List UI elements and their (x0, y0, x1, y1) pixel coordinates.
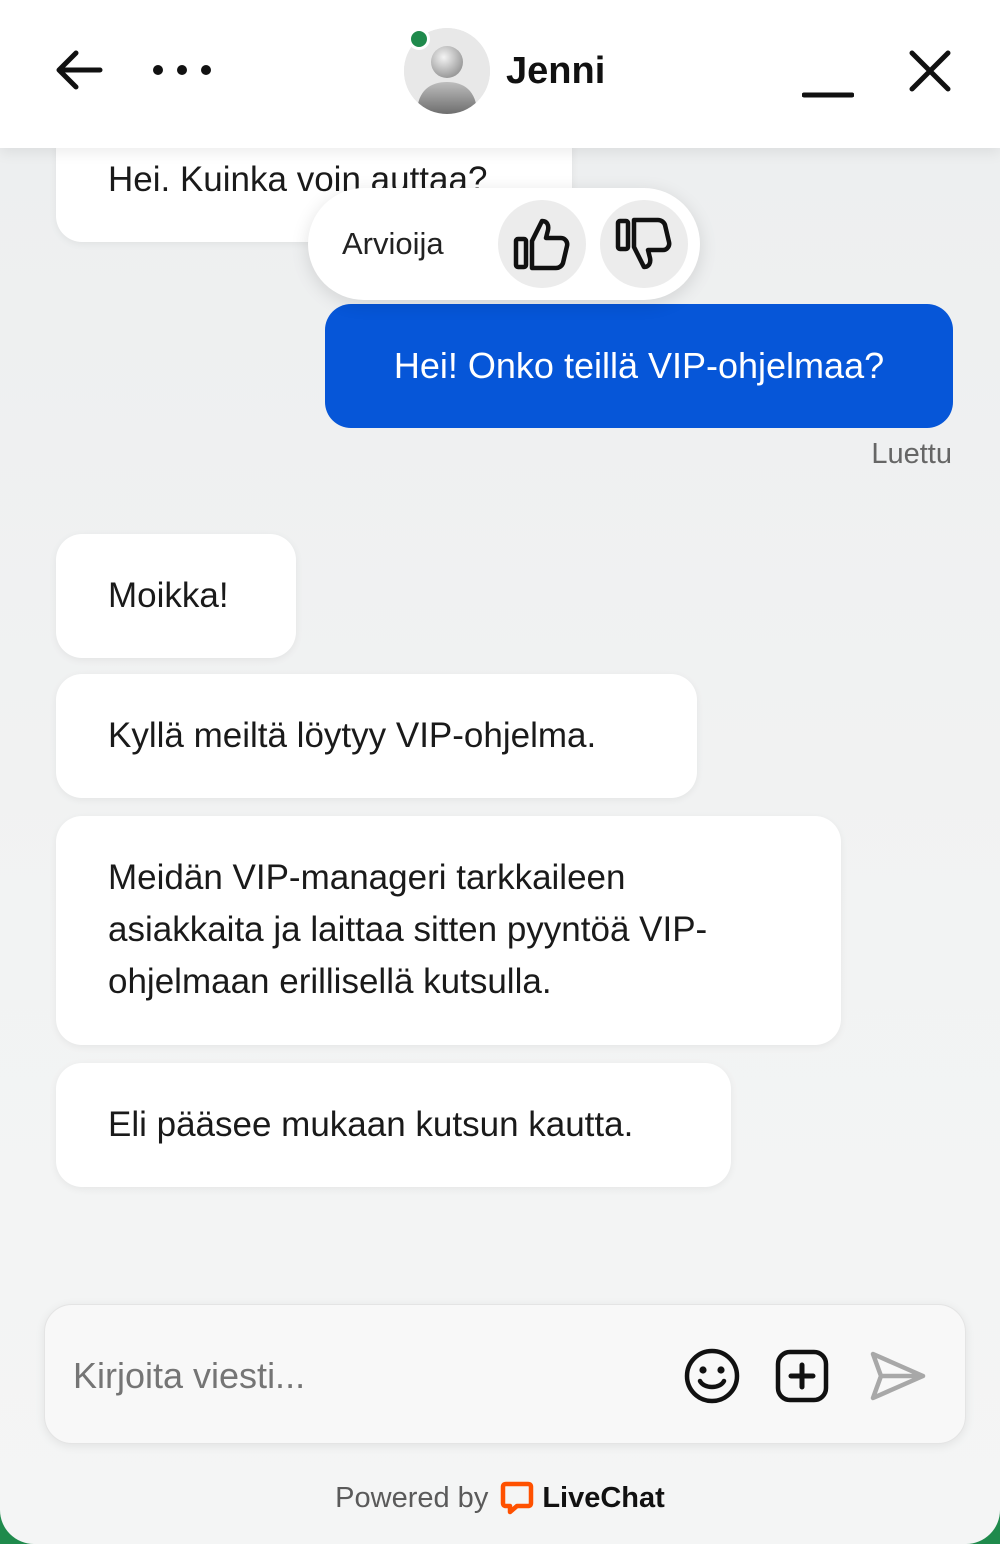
livechat-logo-icon (500, 1481, 534, 1515)
thumbs-down-icon (615, 217, 672, 270)
attach-icon (775, 1349, 829, 1403)
message-text: Meidän VIP-manageri tarkkaileen asiakkai… (108, 858, 708, 1001)
minimize-button[interactable] (790, 40, 866, 110)
thumbs-down-button[interactable] (600, 200, 688, 288)
powered-by-text: Powered by (335, 1481, 489, 1514)
emoji-icon (684, 1348, 740, 1404)
message-composer (44, 1304, 966, 1444)
agent-info: Jenni (404, 26, 605, 116)
close-icon (909, 50, 951, 92)
agent-message: Moikka! (56, 534, 296, 658)
more-icon (153, 65, 211, 75)
read-status: Luettu (871, 438, 952, 470)
rating-label: Arvioija (342, 226, 444, 261)
close-button[interactable] (892, 36, 968, 106)
back-button[interactable] (44, 40, 114, 100)
attach-button[interactable] (767, 1341, 837, 1411)
send-icon (870, 1351, 926, 1401)
send-button[interactable] (863, 1341, 933, 1411)
chat-header: Jenni (0, 0, 1000, 148)
rating-popup: Arvioija (308, 188, 700, 300)
emoji-button[interactable] (677, 1341, 747, 1411)
chat-widget: Jenni Hei. Kuinka voin auttaa? Arvioija (0, 0, 1000, 1544)
message-text: Eli pääsee mukaan kutsun kautta. (108, 1105, 634, 1144)
minimize-icon (802, 92, 854, 98)
back-arrow-icon (56, 50, 103, 90)
powered-by-footer[interactable]: Powered by LiveChat (0, 1472, 1000, 1524)
user-message: Hei! Onko teillä VIP-ohjelmaa? (325, 304, 953, 428)
message-text: Kyllä meiltä löytyy VIP-ohjelma. (108, 716, 597, 755)
message-text: Moikka! (108, 576, 229, 615)
message-input[interactable] (73, 1341, 673, 1411)
brand-name: LiveChat (542, 1481, 665, 1514)
agent-message: Meidän VIP-manageri tarkkaileen asiakkai… (56, 816, 841, 1045)
agent-name: Jenni (506, 49, 606, 92)
thumbs-up-icon (513, 218, 570, 271)
message-text: Hei! Onko teillä VIP-ohjelmaa? (393, 345, 885, 386)
agent-message: Kyllä meiltä löytyy VIP-ohjelma. (56, 674, 697, 798)
online-status-indicator (408, 28, 430, 50)
more-options-button[interactable] (140, 40, 224, 100)
thumbs-up-button[interactable] (498, 200, 586, 288)
agent-message: Eli pääsee mukaan kutsun kautta. (56, 1063, 731, 1187)
